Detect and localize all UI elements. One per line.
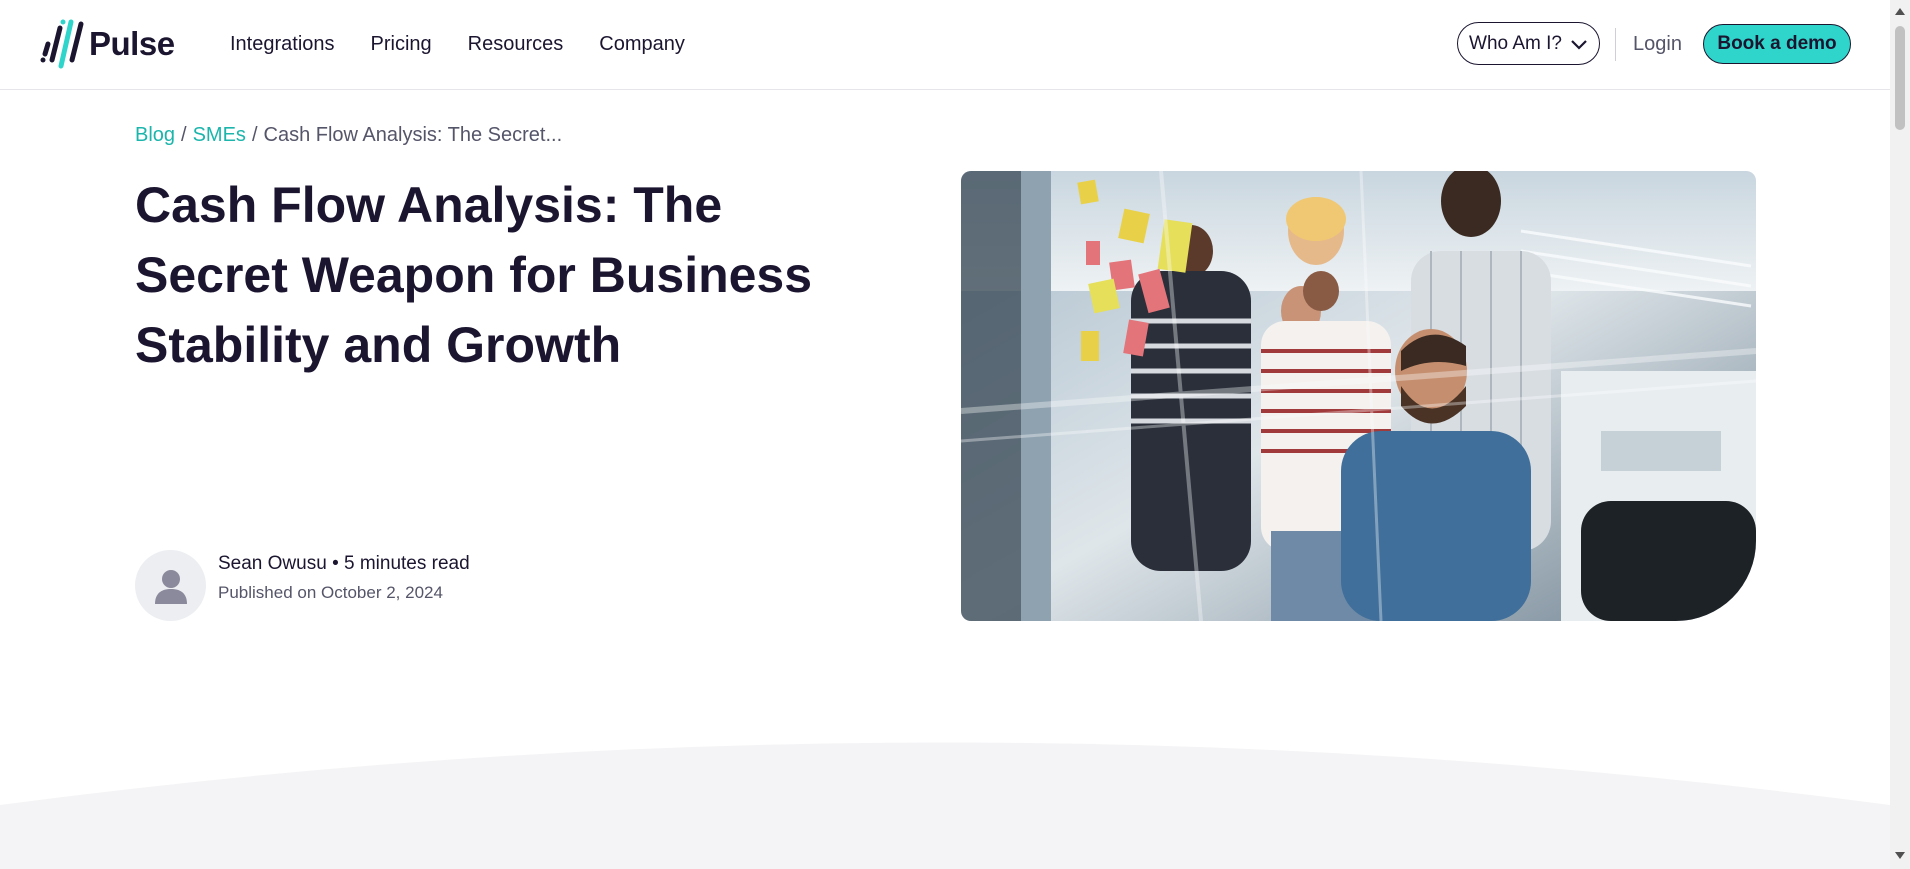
breadcrumb: Blog / SMEs / Cash Flow Analysis: The Se… (135, 124, 562, 147)
page: Pulse Integrations Pricing Resources Com… (0, 0, 1890, 869)
breadcrumb-current: Cash Flow Analysis: The Secret... (263, 124, 563, 146)
scroll-up-arrow-icon[interactable] (1895, 8, 1905, 15)
scrollbar[interactable] (1890, 0, 1910, 869)
published-date: Published on October 2, 2024 (218, 583, 443, 602)
main-nav: Integrations Pricing Resources Company (230, 0, 685, 89)
hero-image (961, 171, 1756, 621)
logo-text: Pulse (89, 25, 175, 62)
pulse-logo-icon (40, 19, 84, 69)
section-wave (0, 742, 1890, 869)
who-am-i-label: Who Am I? (1469, 32, 1562, 54)
article-title: Cash Flow Analysis: The Secret Weapon fo… (135, 177, 813, 373)
nav-integrations[interactable]: Integrations (230, 33, 335, 56)
chevron-down-icon (1571, 39, 1587, 50)
scroll-down-arrow-icon[interactable] (1895, 852, 1905, 859)
header-divider (1615, 28, 1616, 61)
nav-company[interactable]: Company (599, 33, 685, 56)
login-link[interactable]: Login (1633, 0, 1682, 89)
site-header: Pulse Integrations Pricing Resources Com… (0, 0, 1890, 90)
nav-pricing[interactable]: Pricing (371, 33, 432, 56)
nav-resources[interactable]: Resources (468, 33, 564, 56)
office-team-photo (961, 171, 1756, 621)
scroll-thumb[interactable] (1895, 26, 1905, 130)
person-icon (154, 569, 187, 604)
book-demo-button[interactable]: Book a demo (1703, 24, 1851, 64)
breadcrumb-blog[interactable]: Blog (135, 124, 175, 147)
logo[interactable]: Pulse (39, 16, 175, 72)
breadcrumb-separator: / (251, 124, 258, 146)
who-am-i-dropdown[interactable]: Who Am I? (1457, 22, 1600, 65)
breadcrumb-smes[interactable]: SMEs (193, 124, 246, 147)
breadcrumb-separator: / (181, 124, 187, 146)
author-meta: Sean Owusu • 5 minutes read (218, 553, 470, 574)
author-avatar (135, 550, 206, 621)
